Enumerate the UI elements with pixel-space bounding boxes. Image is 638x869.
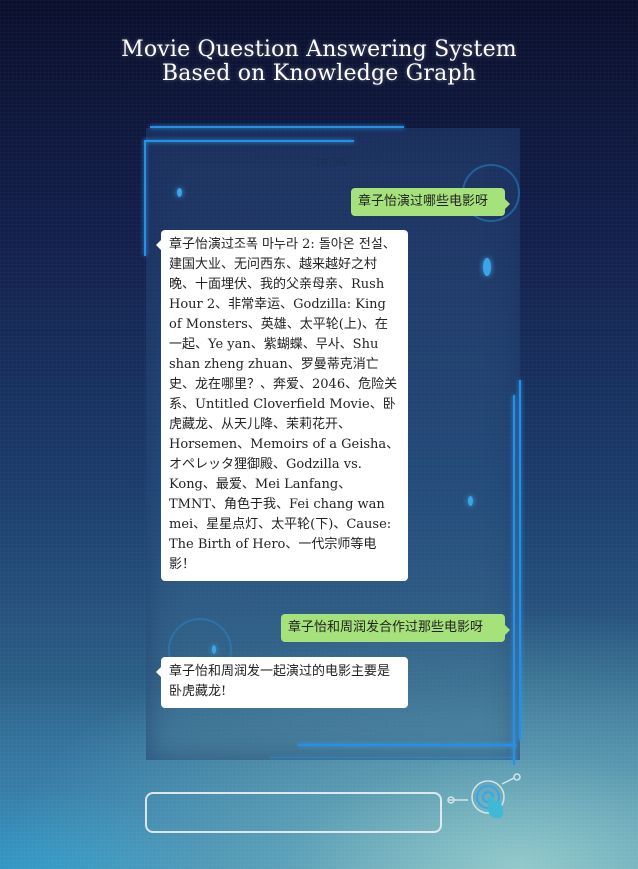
glow-dot xyxy=(177,188,182,197)
page-title-line-2: Based on Knowledge Graph xyxy=(161,61,477,86)
message-text: 章子怡和周润发合作过那些电影呀 xyxy=(288,620,484,635)
message-text: 章子怡演过哪些电影呀 xyxy=(358,194,489,209)
message-text: 章子怡和周润发一起演过的电影主要是卧虎藏龙! xyxy=(169,664,391,699)
frame-line-bottom-outer xyxy=(270,757,516,758)
frame-line-right xyxy=(519,380,521,740)
frame-line-right-inner xyxy=(513,395,515,765)
touch-send-icon xyxy=(447,773,521,818)
user-message: 章子怡和周润发合作过那些电影呀 xyxy=(281,614,510,642)
bot-message: 章子怡演过조폭 마누라 2: 돌아온 전설、建国大业、无问西东、越来越好之村晚、… xyxy=(156,230,408,581)
message-text: 章子怡演过조폭 마누라 2: 돌아온 전설、建国大业、无问西东、越来越好之村晚、… xyxy=(169,237,400,572)
glow-dot xyxy=(483,258,491,276)
frame-line-top-inner xyxy=(144,140,354,142)
page-title: Movie Question Answering System Based on… xyxy=(0,38,638,86)
glow-dot xyxy=(468,496,473,506)
send-button[interactable] xyxy=(446,770,522,828)
frame-line-left xyxy=(144,140,146,256)
user-message: 章子怡演过哪些电影呀 xyxy=(351,188,510,216)
message-input[interactable] xyxy=(145,792,442,833)
bot-message: 章子怡和周润发一起演过的电影主要是卧虎藏龙! xyxy=(156,657,408,708)
page-title-line-1: Movie Question Answering System xyxy=(121,37,517,62)
chat-timestamp: 19:36 xyxy=(314,156,346,169)
frame-line-top xyxy=(150,126,404,128)
frame-line-bottom xyxy=(298,744,516,746)
